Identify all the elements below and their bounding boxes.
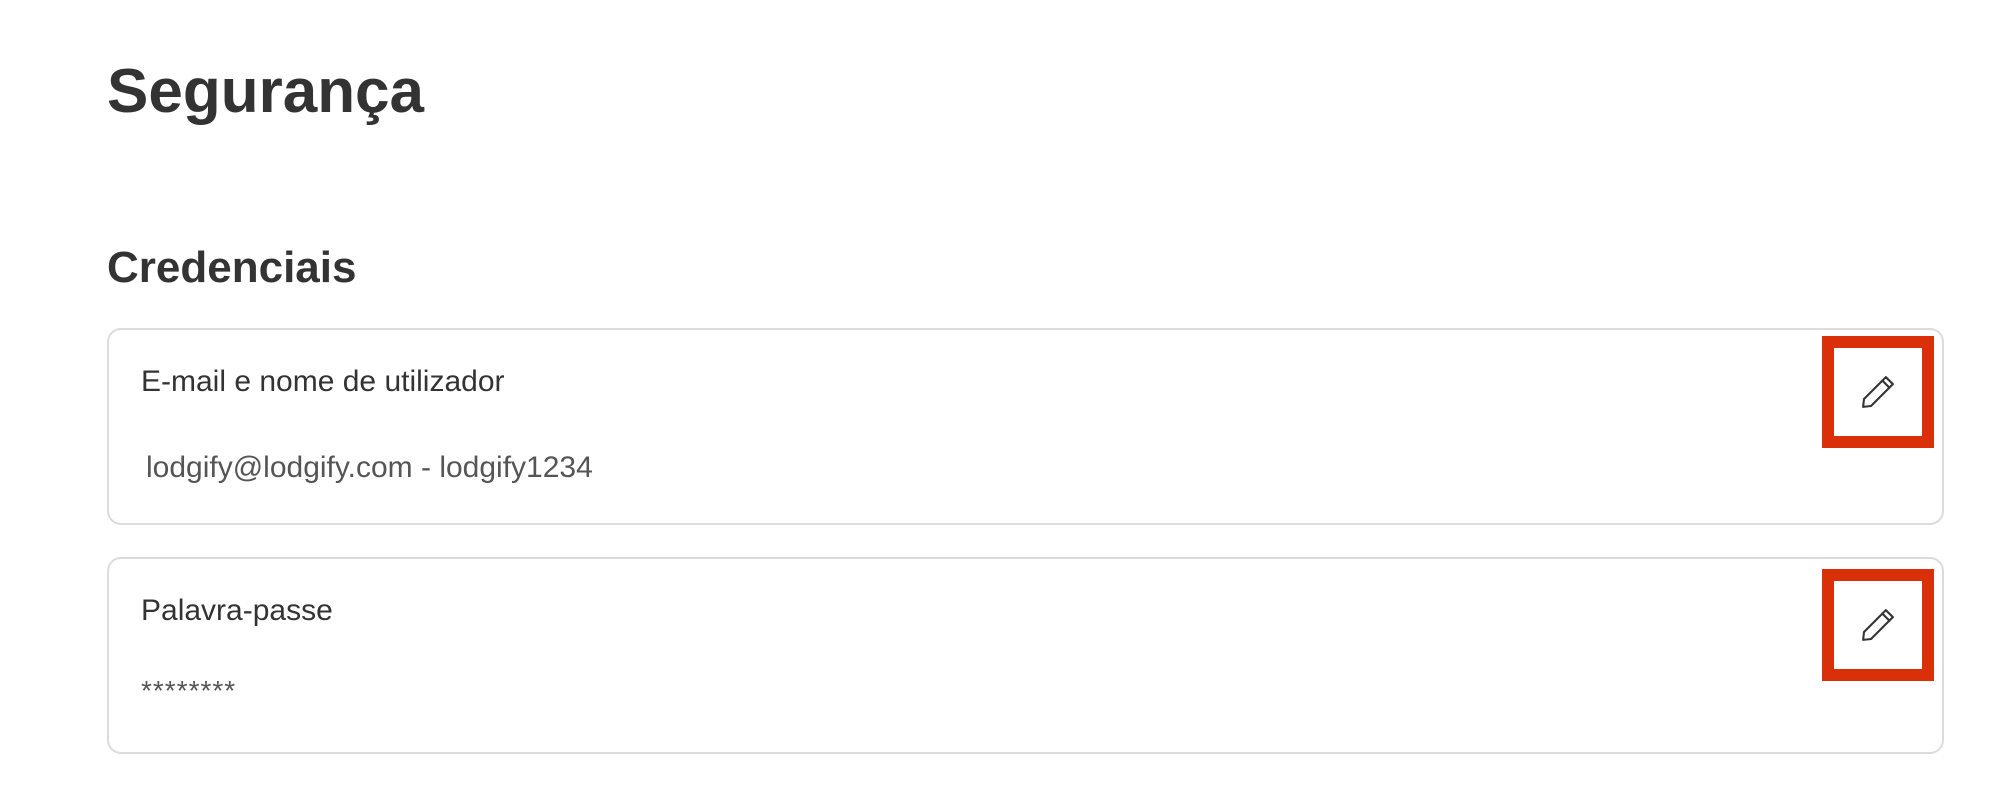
email-username-value: lodgify@lodgify.com - lodgify1234 <box>146 451 593 484</box>
edit-password-button[interactable] <box>1822 569 1934 681</box>
page-title: Segurança <box>107 57 425 126</box>
edit-email-username-button[interactable] <box>1822 336 1934 448</box>
email-username-card: E-mail e nome de utilizador lodgify@lodg… <box>107 328 1944 525</box>
pencil-icon <box>1862 609 1894 641</box>
password-value: ******** <box>141 675 237 706</box>
password-label: Palavra-passe <box>141 594 333 627</box>
email-username-label: E-mail e nome de utilizador <box>141 365 505 398</box>
security-page: Segurança Credenciais E-mail e nome de u… <box>107 0 1947 810</box>
pencil-icon <box>1862 376 1894 408</box>
password-card: Palavra-passe ******** <box>107 557 1944 754</box>
credentials-section-title: Credenciais <box>107 243 357 292</box>
